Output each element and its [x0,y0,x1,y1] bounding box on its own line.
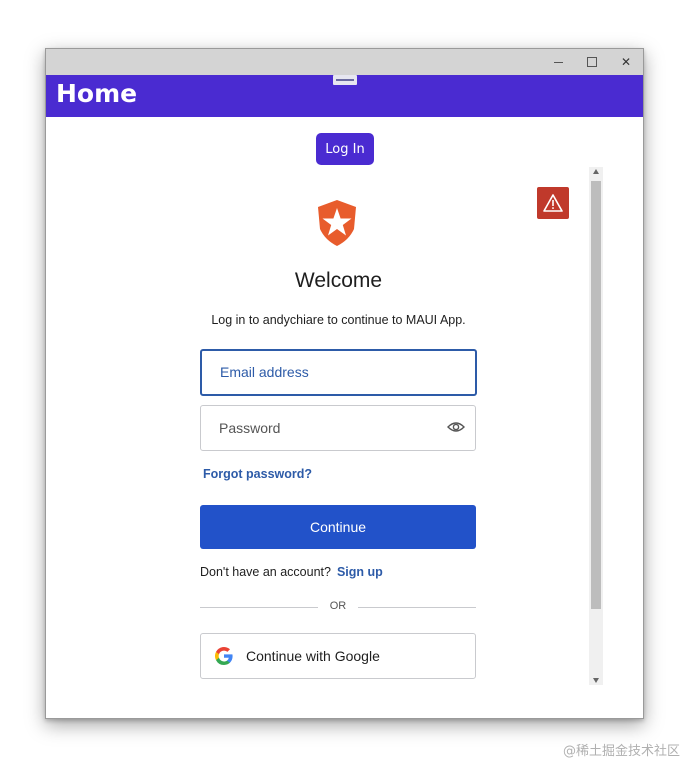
forgot-password-link[interactable]: Forgot password? [203,467,312,481]
scroll-down-arrow-icon[interactable] [593,678,599,683]
welcome-heading: Welcome [294,269,383,292]
sign-up-link[interactable]: Sign up [337,565,383,579]
drag-handle[interactable] [333,75,357,85]
maximize-button[interactable] [575,49,609,75]
scrollbar-thumb[interactable] [591,181,601,609]
google-icon [215,647,233,665]
close-button[interactable]: ✕ [609,49,643,75]
log-in-button[interactable]: Log In [316,133,374,165]
minimize-icon [553,61,563,63]
minimize-button[interactable] [541,49,575,75]
password-placeholder: Password [219,420,281,436]
continue-with-google-button[interactable]: Continue with Google [200,633,476,679]
vertical-scrollbar[interactable] [589,167,603,685]
login-subtitle: Log in to andychiare to continue to MAUI… [211,313,466,327]
app-bar: Home [46,75,643,117]
warning-icon [543,194,563,212]
or-label: OR [329,600,347,612]
auth0-shield-icon [318,200,356,246]
grip-icon [336,79,354,81]
divider-line-right [358,607,476,608]
email-placeholder: Email address [220,364,309,380]
app-window: ✕ Home Log In Welcome Log in to andychia… [45,48,644,719]
email-field[interactable]: Email address [200,349,477,396]
password-field[interactable]: Password [200,405,476,451]
eye-icon[interactable] [447,420,465,434]
continue-button[interactable]: Continue [200,505,476,549]
maximize-icon [587,57,597,67]
no-account-text: Don't have an account? [200,565,331,579]
or-divider: OR [200,599,476,615]
page-title: Home [56,79,138,108]
title-bar: ✕ [46,49,643,75]
signup-row: Don't have an account? Sign up [200,565,383,579]
warning-button[interactable] [537,187,569,219]
scroll-up-arrow-icon[interactable] [593,169,599,174]
google-button-label: Continue with Google [246,648,380,664]
watermark: @稀土掘金技术社区 [562,744,680,759]
